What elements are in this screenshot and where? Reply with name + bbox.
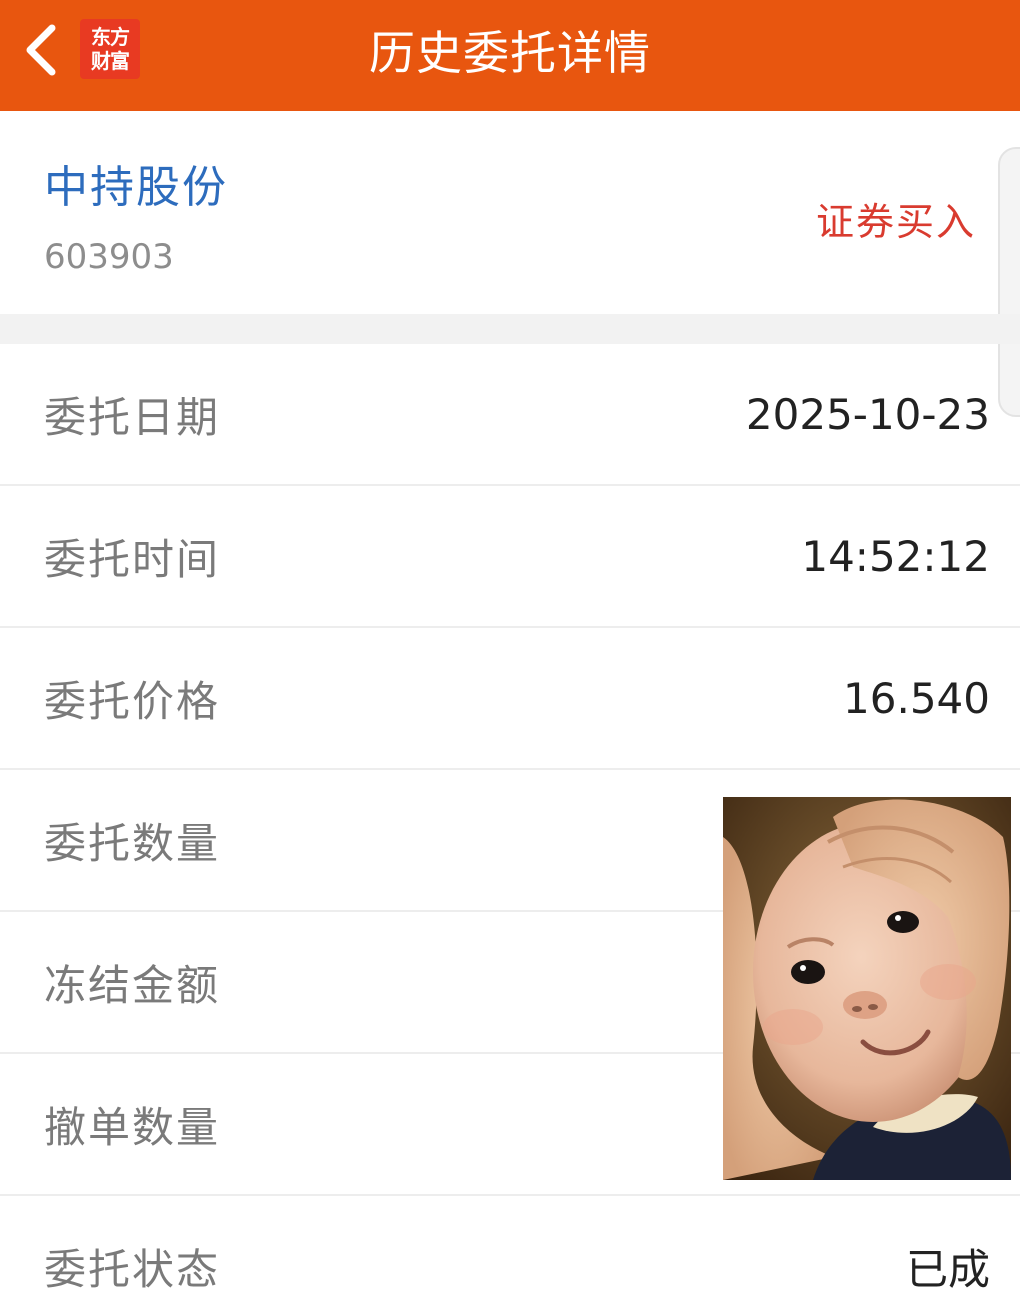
detail-label: 委托数量 [44,818,221,868]
detail-row-price: 委托价格 16.540 [0,628,1020,770]
detail-label: 撤单数量 [44,1102,221,1152]
baby-face-illustration [723,797,1011,1180]
detail-label: 委托日期 [44,392,221,442]
detail-label: 冻结金额 [44,960,221,1010]
detail-row-date: 委托日期 2025-10-23 [0,344,1020,486]
detail-label: 委托状态 [44,1244,221,1294]
section-divider [0,314,1020,344]
stock-info-card: 中持股份 603903 证券买入 [0,111,1020,417]
detail-row-time: 委托时间 14:52:12 [0,486,1020,628]
detail-label: 委托价格 [44,676,221,726]
detail-value: 16.540 [843,673,990,723]
detail-label: 委托时间 [44,534,221,584]
stock-name[interactable]: 中持股份 [44,151,228,215]
trade-type-badge: 证券买入 [815,200,976,244]
detail-value: 已成 [905,1244,990,1294]
detail-value: 2025-10-23 [745,389,990,439]
page-title: 历史委托详情 [369,26,651,80]
baby-face-sticker [723,797,1011,1180]
app-screen: 东方 财富 历史委托详情 中持股份 603903 证券买入 委托日期 2025-… [0,0,1020,1302]
header-bar: 东方 财富 历史委托详情 [0,0,1020,111]
stock-code: 603903 [44,237,174,277]
detail-value: 14:52:12 [801,531,990,581]
detail-row-status: 委托状态 已成 [0,1196,1020,1302]
